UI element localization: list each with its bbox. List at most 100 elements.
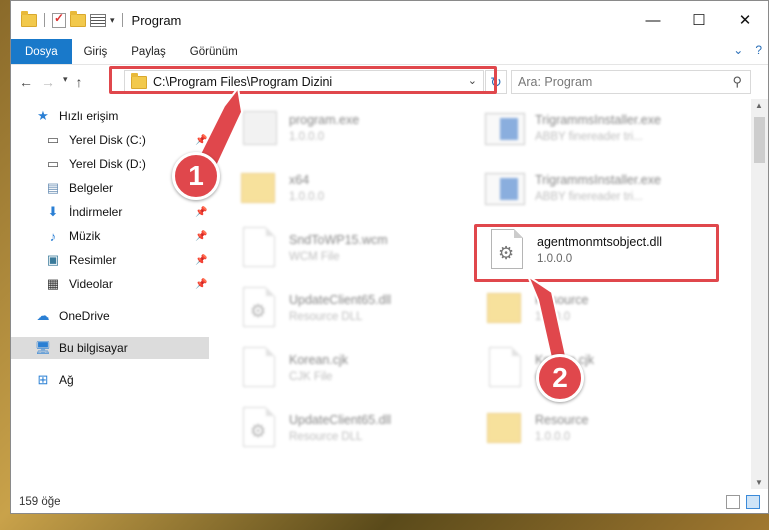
pin-icon[interactable]: 📌 [195, 231, 207, 242]
file-item[interactable]: SndToWP15.wcm WCM File [239, 223, 479, 279]
folder-icon [131, 72, 147, 89]
sidebar-item-disk-d[interactable]: ▭ Yerel Disk (D:) [45, 153, 146, 175]
address-bar[interactable]: C:\Program Files\Program Dizini ⌄ [124, 70, 484, 94]
folder-icon [487, 293, 521, 323]
help-icon[interactable]: ? [755, 43, 762, 57]
tab-share[interactable]: Paylaş [119, 39, 178, 64]
content-area: ★ Hızlı erişim ▭ Yerel Disk (C:) 📌 ▭ Yer… [11, 99, 768, 489]
new-folder-icon[interactable] [70, 10, 86, 27]
file-item[interactable]: TrigrammsInstaller.exe ABBY finereader tr… [485, 103, 725, 159]
sidebar-item-disk-c[interactable]: ▭ Yerel Disk (C:) 📌 [45, 129, 209, 151]
file-detail: 1.0.0.0 [537, 253, 573, 265]
document-icon [243, 347, 275, 387]
tab-view[interactable]: Görünüm [178, 39, 250, 64]
sidebar-item-downloads[interactable]: ⬇ İndirmeler 📌 [45, 201, 209, 223]
sidebar-item-onedrive[interactable]: ☁ OneDrive [35, 305, 110, 327]
file-name: Korean.cjk [289, 353, 349, 367]
file-detail: CJK File [289, 371, 333, 383]
expand-ribbon-icon[interactable]: ⌄ [733, 43, 743, 57]
sidebar-item-label: Müzik [69, 229, 101, 243]
file-item[interactable]: Korean.cjkCJK File [485, 343, 725, 399]
explorer-window: ▾ Program — ☐ ✕ Dosya Giriş Paylaş Görün… [10, 0, 769, 514]
address-path[interactable]: C:\Program Files\Program Dizini [153, 75, 332, 89]
pin-icon[interactable]: 📌 [195, 135, 207, 146]
step-marker-1: 1 [172, 152, 220, 200]
file-detail: 1.0.0.0 [289, 131, 325, 143]
file-detail: 1.0.0.0 [289, 191, 325, 203]
tab-file[interactable]: Dosya [11, 39, 72, 64]
forward-arrow-icon[interactable]: → [41, 74, 55, 90]
file-name: UpdateClient65.dll [289, 293, 392, 307]
file-name: agentmonmtsobject.dll [537, 235, 663, 249]
back-arrow-icon[interactable]: ← [19, 74, 33, 90]
folder-icon [241, 173, 275, 203]
sidebar-item-pictures[interactable]: ▣ Resimler 📌 [45, 249, 209, 271]
scroll-thumb[interactable] [754, 117, 765, 163]
pictures-icon: ▣ [46, 252, 60, 267]
music-icon: ♪ [49, 228, 57, 244]
sidebar-item-videos[interactable]: ▦ Videolar 📌 [45, 273, 209, 295]
file-item[interactable]: x64 1.0.0.0 [239, 163, 479, 219]
window-controls: — ☐ ✕ [630, 1, 768, 39]
file-item[interactable]: Resource 1.0.0.0 [485, 403, 725, 459]
sidebar-item-music[interactable]: ♪ Müzik 📌 [45, 225, 209, 247]
file-detail: Resource DLL [289, 311, 363, 323]
file-name: UpdateClient65.dll [289, 413, 392, 427]
chevron-down-icon[interactable]: ⌄ [468, 74, 477, 87]
download-icon: ⬇ [47, 204, 59, 219]
sidebar-item-documents[interactable]: ▤ Belgeler [45, 177, 113, 199]
file-item[interactable]: Resource 1.0.0.0 [485, 283, 725, 339]
maximize-button[interactable]: ☐ [676, 1, 722, 39]
scroll-down-icon[interactable]: ▼ [755, 478, 763, 487]
pin-icon[interactable]: 📌 [195, 255, 207, 266]
installer-icon [485, 113, 525, 145]
large-icons-view-icon[interactable] [746, 495, 760, 509]
sidebar-item-label: Resimler [69, 253, 117, 267]
file-item[interactable]: program.exe 1.0.0.0 [239, 103, 479, 159]
installer-icon [485, 173, 525, 205]
scroll-up-icon[interactable]: ▲ [755, 101, 763, 110]
recent-chevron-icon[interactable]: ▾ [63, 74, 68, 90]
search-input[interactable]: Ara: Program ⚲ [511, 70, 751, 94]
vertical-scrollbar[interactable]: ▲ ▼ [751, 99, 768, 489]
divider [44, 13, 45, 27]
sidebar-item-label: Bu bilgisayar [59, 341, 128, 355]
sidebar-item-this-pc[interactable]: 🖥 Bu bilgisayar [11, 337, 209, 359]
minimize-button[interactable]: — [630, 1, 676, 39]
chevron-down-icon[interactable]: ▾ [110, 15, 115, 26]
pin-icon[interactable]: 📌 [195, 207, 207, 218]
exe-icon [243, 111, 277, 145]
properties-icon[interactable] [90, 13, 106, 27]
pin-icon[interactable]: 📌 [195, 279, 207, 290]
file-name: Resource [535, 293, 589, 307]
file-item-highlighted[interactable]: ⚙ agentmonmtsobject.dll 1.0.0.0 [487, 225, 727, 281]
network-icon: ⊞ [37, 372, 49, 387]
quick-access-toolbar: ▾ [11, 10, 126, 28]
up-arrow-icon[interactable]: ↑ [76, 74, 83, 90]
file-detail: 1.0.0.0 [535, 431, 571, 443]
properties-check-icon[interactable] [52, 11, 66, 28]
refresh-button[interactable]: ↻ [485, 70, 507, 94]
sidebar-item-quick-access[interactable]: ★ Hızlı erişim [35, 105, 118, 127]
file-item[interactable]: TrigrammsInstaller.exe ABBY finereader tr… [485, 163, 725, 219]
details-view-icon[interactable] [726, 495, 740, 509]
gear-icon: ⚙ [498, 243, 515, 263]
documents-icon: ▤ [46, 180, 60, 195]
cloud-icon: ☁ [36, 308, 50, 323]
file-item[interactable]: ⚙ UpdateClient65.dll Resource DLL [239, 283, 479, 339]
close-button[interactable]: ✕ [722, 1, 768, 39]
file-item[interactable]: ⚙ UpdateClient65.dll Resource DLL [239, 403, 479, 459]
folder-icon [21, 10, 37, 27]
window-title: Program [131, 12, 182, 28]
gear-icon: ⚙ [250, 421, 267, 441]
item-count: 159 öğe [19, 496, 61, 508]
navigation-buttons: ← → ▾ ↑ [11, 74, 121, 90]
tab-home[interactable]: Giriş [72, 39, 120, 64]
sidebar-item-network[interactable]: ⊞ Ağ [35, 369, 74, 391]
file-list: program.exe 1.0.0.0 TrigrammsInstaller.ex… [211, 99, 747, 489]
star-icon: ★ [37, 108, 49, 123]
ribbon-tabs: Dosya Giriş Paylaş Görünüm ⌄ ? [11, 39, 768, 65]
file-item[interactable]: Korean.cjk CJK File [239, 343, 479, 399]
file-name: SndToWP15.wcm [289, 233, 388, 247]
sidebar-item-label: Yerel Disk (D:) [69, 157, 146, 171]
